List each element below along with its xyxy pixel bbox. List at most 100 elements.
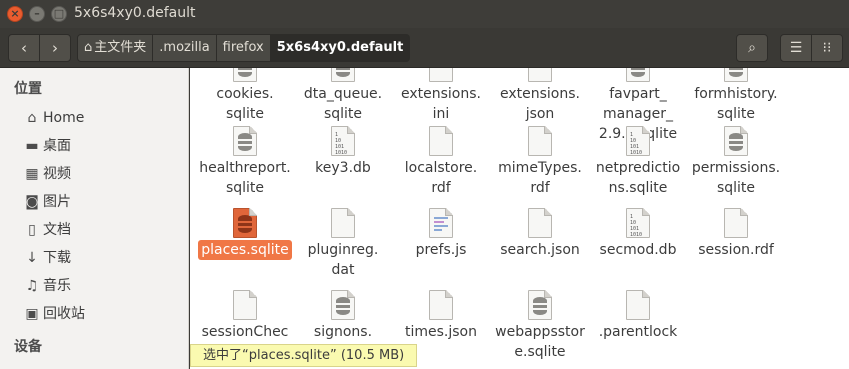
file-name-selected: places.sqlite [198, 240, 292, 260]
file-item[interactable]: session.rdf [686, 208, 786, 260]
file-item[interactable]: signons. [293, 290, 393, 342]
search-icon: ⌕ [748, 40, 756, 56]
minimize-icon: – [34, 7, 40, 20]
file-name: mimeTypes. rdf [498, 160, 582, 196]
file-name: extensions. json [500, 86, 580, 122]
maximize-icon: □ [53, 7, 65, 20]
file-grid: cookies. sqlite dta_queue. sqlite extensio… [190, 68, 849, 369]
file-item[interactable]: pluginreg. dat [293, 208, 393, 280]
file-name: session.rdf [698, 242, 774, 258]
file-item[interactable]: prefs.js [391, 208, 491, 260]
file-name: healthreport. sqlite [199, 160, 291, 196]
file-name: netpredictio ns.sqlite [595, 160, 681, 196]
view-menu-button[interactable]: ☰ [780, 34, 812, 62]
sidebar-item-videos[interactable]: ▦ 视频 [24, 162, 184, 186]
file-name: sessionChec [201, 324, 289, 340]
sidebar-item-pictures[interactable]: ◙ 图片 [24, 190, 184, 214]
breadcrumb-current[interactable]: 5x6s4xy0.default [270, 34, 411, 62]
file-item[interactable]: webappsstor e.sqlite [490, 290, 590, 362]
file-name: prefs.js [415, 242, 467, 258]
file-name: secmod.db [599, 242, 677, 258]
sidebar-item-label: Home [43, 110, 85, 126]
search-button[interactable]: ⌕ [736, 34, 768, 62]
sidebar-item-documents[interactable]: ▯ 文档 [24, 218, 184, 242]
sidebar-item-label: 回收站 [43, 306, 85, 322]
music-icon: ♫ [25, 278, 39, 294]
title-bar: × – □ 5x6s4xy0.default [0, 0, 849, 28]
breadcrumb-mozilla[interactable]: .mozilla [153, 34, 217, 62]
file-item[interactable]: extensions. ini [391, 68, 491, 124]
file-name: localstore. rdf [404, 160, 478, 196]
text-file-icon [528, 68, 552, 82]
sidebar-item-desktop[interactable]: ▬ 桌面 [24, 134, 184, 158]
file-item[interactable]: places.sqlite [195, 208, 295, 260]
breadcrumb-label: 主文件夹 [94, 40, 147, 55]
downloads-icon: ↓ [26, 250, 38, 266]
devices-heading: 设备 [14, 339, 42, 355]
sidebar-item-label: 视频 [43, 166, 71, 182]
file-name: .parentlock [598, 324, 678, 340]
file-name: times.json [405, 324, 477, 340]
view-mode-button[interactable]: ⁝⁝ [811, 34, 843, 62]
database-icon [331, 290, 355, 320]
close-window-button[interactable]: × [7, 6, 23, 22]
text-file-icon [528, 208, 552, 238]
text-file-icon [724, 208, 748, 238]
back-button[interactable]: ‹ [8, 34, 40, 62]
file-item[interactable]: search.json [490, 208, 590, 260]
file-name: cookies. sqlite [216, 86, 274, 122]
file-item[interactable]: permissions. sqlite [686, 126, 786, 198]
hamburger-icon: ☰ [789, 40, 803, 56]
file-name: webappsstor e.sqlite [495, 324, 585, 360]
toolbar: ‹ › ⌂ 主文件夹 .mozilla firefox 5x6s4xy0.defa… [0, 28, 849, 68]
maximize-window-button[interactable]: □ [51, 6, 67, 22]
file-name: permissions. sqlite [691, 160, 781, 196]
video-icon: ▦ [25, 166, 39, 182]
file-item[interactable]: cookies. sqlite [195, 68, 295, 124]
script-file-icon [429, 208, 453, 238]
file-item[interactable]: formhistory. sqlite [686, 68, 786, 124]
file-item[interactable]: times.json [391, 290, 491, 342]
sidebar-item-home[interactable]: ⌂ Home [24, 106, 184, 130]
file-name: signons. [313, 324, 373, 340]
file-item[interactable]: mimeTypes. rdf [490, 126, 590, 198]
file-item[interactable]: .parentlock [588, 290, 688, 342]
binary-file-icon: 1 10 101 1010 [626, 126, 650, 156]
forward-button[interactable]: › [39, 34, 71, 62]
breadcrumb-home[interactable]: ⌂ 主文件夹 [77, 34, 154, 62]
trash-icon: ▣ [25, 306, 39, 322]
text-file-icon [429, 290, 453, 320]
database-icon [724, 68, 748, 82]
file-name: dta_queue. sqlite [303, 86, 383, 122]
text-file-icon [429, 68, 453, 82]
home-icon: ⌂ [27, 110, 37, 126]
file-item[interactable]: dta_queue. sqlite [293, 68, 393, 124]
breadcrumb: ⌂ 主文件夹 .mozilla firefox 5x6s4xy0.default [77, 34, 411, 62]
breadcrumb-firefox[interactable]: firefox [216, 34, 271, 62]
binary-file-icon: 1 10 101 1010 [626, 208, 650, 238]
sidebar-item-label: 图片 [43, 194, 71, 210]
sidebar-item-trash[interactable]: ▣ 回收站 [24, 302, 184, 326]
file-item[interactable]: 1 10 101 1010 secmod.db [588, 208, 688, 260]
sidebar-item-music[interactable]: ♫ 音乐 [24, 274, 184, 298]
file-item[interactable]: healthreport. sqlite [195, 126, 295, 198]
file-name: extensions. ini [401, 86, 481, 122]
minimize-window-button[interactable]: – [29, 6, 45, 22]
sidebar-item-downloads[interactable]: ↓ 下载 [24, 246, 184, 270]
database-icon [724, 126, 748, 156]
window-title: 5x6s4xy0.default [74, 5, 196, 21]
file-item[interactable]: localstore. rdf [391, 126, 491, 198]
file-name: search.json [500, 242, 580, 258]
breadcrumb-label: firefox [222, 40, 264, 55]
file-item[interactable]: 1 10 101 1010 key3.db [293, 126, 393, 178]
file-item[interactable]: extensions. json [490, 68, 590, 124]
sidebar-item-label: 文档 [43, 222, 71, 238]
grid-icon: ⁝⁝ [822, 40, 832, 56]
file-item[interactable]: 1 10 101 1010 netpredictio ns.sqlite [588, 126, 688, 198]
file-manager-window: × – □ 5x6s4xy0.default ‹ › ⌂ 主文件夹 .mozill… [0, 0, 849, 369]
file-name: formhistory. sqlite [694, 86, 778, 122]
text-file-icon [626, 290, 650, 320]
file-name: key3.db [315, 160, 371, 176]
status-bar: 选中了“places.sqlite” (10.5 MB) [190, 344, 418, 367]
file-item[interactable]: sessionChec [195, 290, 295, 342]
